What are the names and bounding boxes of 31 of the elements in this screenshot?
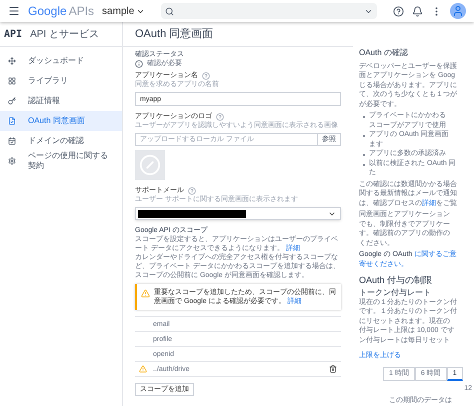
settings-icon — [8, 157, 16, 165]
product-name: APIs — [68, 3, 94, 20]
move-arrows-icon — [8, 57, 16, 65]
sidebar-item[interactable]: ページの使用に関する契約 — [0, 151, 122, 171]
section-title: API とサービス — [30, 28, 99, 42]
document-check-icon — [8, 117, 16, 125]
project-selector[interactable]: sample — [102, 4, 146, 18]
info-icon — [135, 60, 143, 68]
aside-title: OAuth の確認 — [359, 48, 408, 58]
sidebar-item[interactable]: ダッシュボード — [0, 51, 122, 71]
bell-icon[interactable] — [412, 6, 423, 16]
sidebar-item[interactable]: OAuth 同意画面 — [0, 111, 122, 131]
brand-name: Google — [28, 3, 67, 20]
warning-icon — [141, 289, 150, 298]
api-label: API — [4, 28, 22, 42]
search-icon — [165, 6, 174, 16]
sidebar-item[interactable]: 認証情報 — [0, 91, 122, 111]
avatar[interactable] — [450, 3, 466, 19]
help-icon[interactable] — [393, 6, 404, 16]
section-heading: OAuth 付与の制限 — [359, 275, 432, 286]
grid-icon — [8, 77, 16, 85]
calendar-icon — [8, 137, 16, 145]
email-dropdown[interactable] — [135, 207, 341, 220]
menu-icon[interactable] — [8, 5, 20, 17]
page-title: OAuth 同意画面 — [135, 26, 214, 42]
trash-icon[interactable] — [329, 365, 337, 373]
sidebar-item[interactable]: ライブラリ — [0, 71, 122, 91]
sidebar-item[interactable]: ドメインの確認 — [0, 131, 122, 151]
key-icon — [8, 97, 16, 105]
search-field[interactable] — [161, 3, 377, 19]
sub-heading: トークン付与レート — [359, 288, 431, 298]
